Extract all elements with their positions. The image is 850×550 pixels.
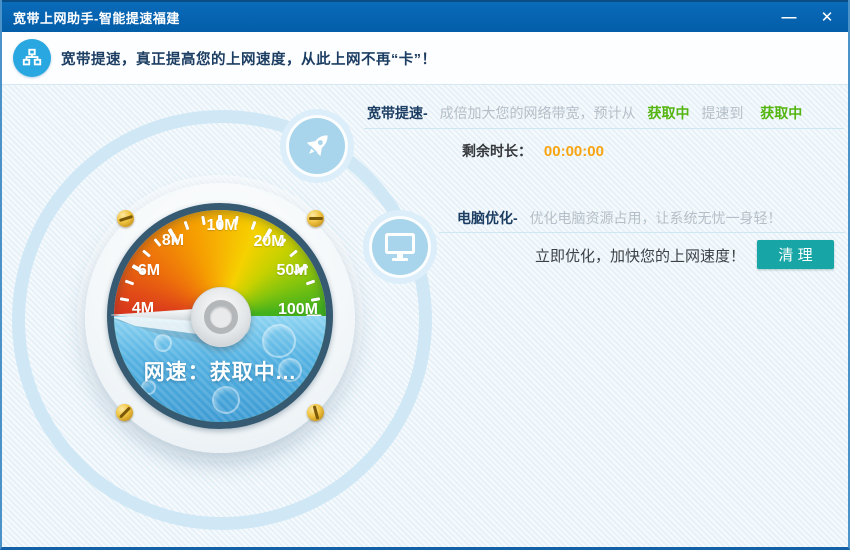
speedup-step-circle — [280, 109, 354, 183]
gauge-tick — [305, 280, 316, 286]
section-divider — [364, 128, 844, 129]
gauge-tick — [184, 220, 190, 231]
gauge-scale-label: 50M — [276, 262, 308, 279]
network-speed-status: 网速：获取中... — [143, 361, 297, 384]
knob-ring — [204, 300, 238, 334]
gauge-tick — [250, 220, 256, 231]
speedup-section-header: 宽带提速- 成倍加大您的网络带宽，预计从 获取中 提速到 获取中 — [367, 103, 802, 123]
title-bar: 宽带上网助手-智能提速福建 — ✕ — [2, 0, 848, 32]
app-window: 宽带上网助手-智能提速福建 — ✕ 宽带提速，真正提高您的上网速度，从此上网不再… — [0, 0, 850, 550]
window-title: 宽带上网助手-智能提速福建 — [13, 10, 180, 26]
optimize-title: 电脑优化- — [457, 210, 518, 226]
minimize-icon[interactable]: — — [780, 10, 798, 25]
network-nodes-icon — [13, 39, 51, 77]
close-icon[interactable]: ✕ — [818, 10, 836, 25]
gauge-dial: 4M 6M 8M 10M 20M 50M 100M 网速：获取中... — [107, 203, 333, 429]
gauge-scale-label: 6M — [137, 262, 161, 279]
speedup-title: 宽带提速- — [367, 105, 428, 121]
optimize-description: 优化电脑资源占用，让系统无忧一身轻！ — [529, 210, 782, 226]
gauge-knob — [191, 287, 251, 347]
remaining-time-row: 剩余时长： 00:00:00 — [462, 141, 604, 161]
gauge-tick — [124, 280, 135, 286]
optimize-step-circle — [363, 210, 437, 284]
speed-from-value: 获取中 — [647, 105, 690, 121]
optimize-section-header: 电脑优化- 优化电脑资源占用，让系统无忧一身轻！ — [457, 208, 782, 228]
section-divider — [439, 232, 845, 233]
rocket-icon — [286, 115, 348, 177]
gauge-tick — [141, 249, 151, 259]
speed-gauge: 4M 6M 8M 10M 20M 50M 100M 网速：获取中... — [85, 183, 355, 453]
speedup-description: 成倍加大您的网络带宽，预计从 — [439, 105, 636, 121]
gauge-scale-label: 20M — [253, 233, 285, 250]
gauge-scale-label: 10M — [206, 217, 238, 234]
remaining-time-value: 00:00:00 — [543, 143, 604, 160]
bubble-decoration — [154, 334, 172, 352]
clean-button[interactable]: 清 理 — [757, 240, 834, 269]
gauge-tick — [120, 296, 130, 302]
gauge-tick — [153, 237, 163, 247]
gauge-scale-label: 8M — [161, 232, 185, 249]
header-banner: 宽带提速，真正提高您的上网速度，从此上网不再“卡”！ — [2, 32, 848, 85]
main-area: 4M 6M 8M 10M 20M 50M 100M 网速：获取中... 宽带提速… — [2, 85, 848, 547]
optimize-action-text: 立即优化，加快您的上网速度！ — [535, 248, 746, 265]
gauge-tick — [200, 216, 206, 226]
remaining-time-label: 剩余时长： — [462, 143, 532, 159]
screw-icon — [307, 210, 324, 227]
monitor-icon — [369, 216, 431, 278]
speed-to-value: 获取中 — [760, 105, 803, 121]
bubble-decoration — [262, 324, 296, 358]
speedup-middle-text: 提速到 — [701, 105, 744, 121]
bubble-decoration — [212, 386, 240, 414]
screw-icon — [117, 210, 134, 227]
header-message: 宽带提速，真正提高您的上网速度，从此上网不再“卡”！ — [61, 51, 437, 68]
window-controls: — ✕ — [780, 2, 836, 32]
gauge-tick — [289, 249, 299, 259]
